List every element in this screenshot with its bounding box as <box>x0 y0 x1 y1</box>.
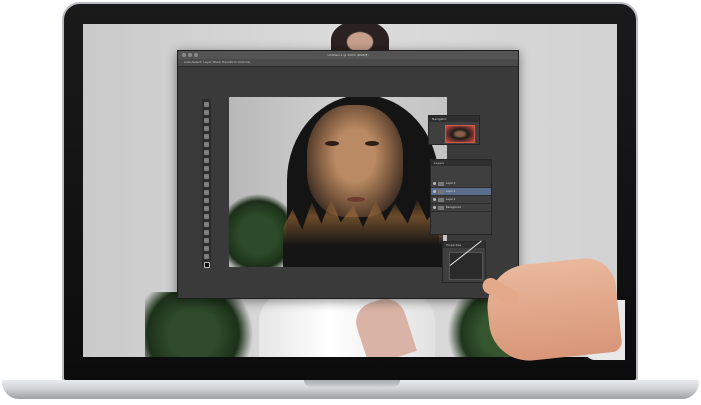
navigator-panel-header[interactable]: Navigator <box>429 116 479 122</box>
portrait-eye-left <box>325 141 339 146</box>
layer-row[interactable]: Background <box>431 204 491 212</box>
portrait-mouth <box>347 197 365 202</box>
shape-tool-icon[interactable] <box>204 238 209 243</box>
layer-thumbnail <box>438 181 444 186</box>
laptop-base-notch <box>304 380 400 387</box>
hand-tool-icon[interactable] <box>204 246 209 251</box>
clone-stamp-tool-icon[interactable] <box>204 166 209 171</box>
document-canvas[interactable] <box>229 97 447 267</box>
curves-graph[interactable] <box>449 240 483 280</box>
zoom-tool-icon[interactable] <box>204 254 209 259</box>
visibility-eye-icon[interactable] <box>433 206 436 209</box>
layers-panel-controls <box>431 166 491 180</box>
tools-panel <box>202 99 211 268</box>
dodge-tool-icon[interactable] <box>204 206 209 211</box>
layer-thumbnail <box>438 205 444 210</box>
layer-name: Layer 3 <box>446 182 456 185</box>
history-brush-tool-icon[interactable] <box>204 174 209 179</box>
eyedropper-tool-icon[interactable] <box>204 142 209 147</box>
layer-thumbnail <box>438 197 444 202</box>
visibility-eye-icon[interactable] <box>433 190 436 193</box>
foreground-color-swatch[interactable] <box>203 262 210 268</box>
options-bar-text[interactable]: Auto-Select: Layer Show Transform Contro… <box>184 59 250 66</box>
options-bar: Auto-Select: Layer Show Transform Contro… <box>178 59 518 67</box>
hand <box>483 255 623 365</box>
lasso-tool-icon[interactable] <box>204 118 209 123</box>
layer-row[interactable]: Layer 1 <box>431 196 491 204</box>
visibility-eye-icon[interactable] <box>433 182 436 185</box>
window-title: Untitled-1 @ 100% (RGB/8) <box>327 53 369 57</box>
portrait-eye-right <box>365 141 379 146</box>
properties-panel: Properties <box>442 240 486 283</box>
brush-tool-icon[interactable] <box>204 158 209 163</box>
layer-thumbnail <box>438 189 444 194</box>
navigator-panel: Navigator <box>428 115 480 145</box>
layer-row-selected[interactable]: Layer 2 <box>431 188 491 196</box>
photoshop-window: Untitled-1 @ 100% (RGB/8) Auto-Select: L… <box>177 50 519 299</box>
gradient-tool-icon[interactable] <box>204 190 209 195</box>
magic-wand-tool-icon[interactable] <box>204 126 209 131</box>
crop-tool-icon[interactable] <box>204 134 209 139</box>
eraser-tool-icon[interactable] <box>204 182 209 187</box>
path-selection-tool-icon[interactable] <box>204 230 209 235</box>
layer-name: Background <box>446 206 461 209</box>
marquee-tool-icon[interactable] <box>204 110 209 115</box>
blur-tool-icon[interactable] <box>204 198 209 203</box>
layers-panel: Layers Layer 3 Layer 2 Layer 1 Backgroun… <box>430 159 492 235</box>
background-plant-left <box>145 292 265 357</box>
pen-tool-icon[interactable] <box>204 214 209 219</box>
title-bar[interactable]: Untitled-1 @ 100% (RGB/8) <box>178 51 518 59</box>
navigator-thumbnail[interactable] <box>445 125 475 143</box>
layer-name: Layer 1 <box>446 198 456 201</box>
visibility-eye-icon[interactable] <box>433 198 436 201</box>
layer-row[interactable]: Layer 3 <box>431 180 491 188</box>
type-tool-icon[interactable] <box>204 222 209 227</box>
layer-name: Layer 2 <box>446 190 456 193</box>
move-tool-icon[interactable] <box>204 102 209 107</box>
healing-brush-tool-icon[interactable] <box>204 150 209 155</box>
